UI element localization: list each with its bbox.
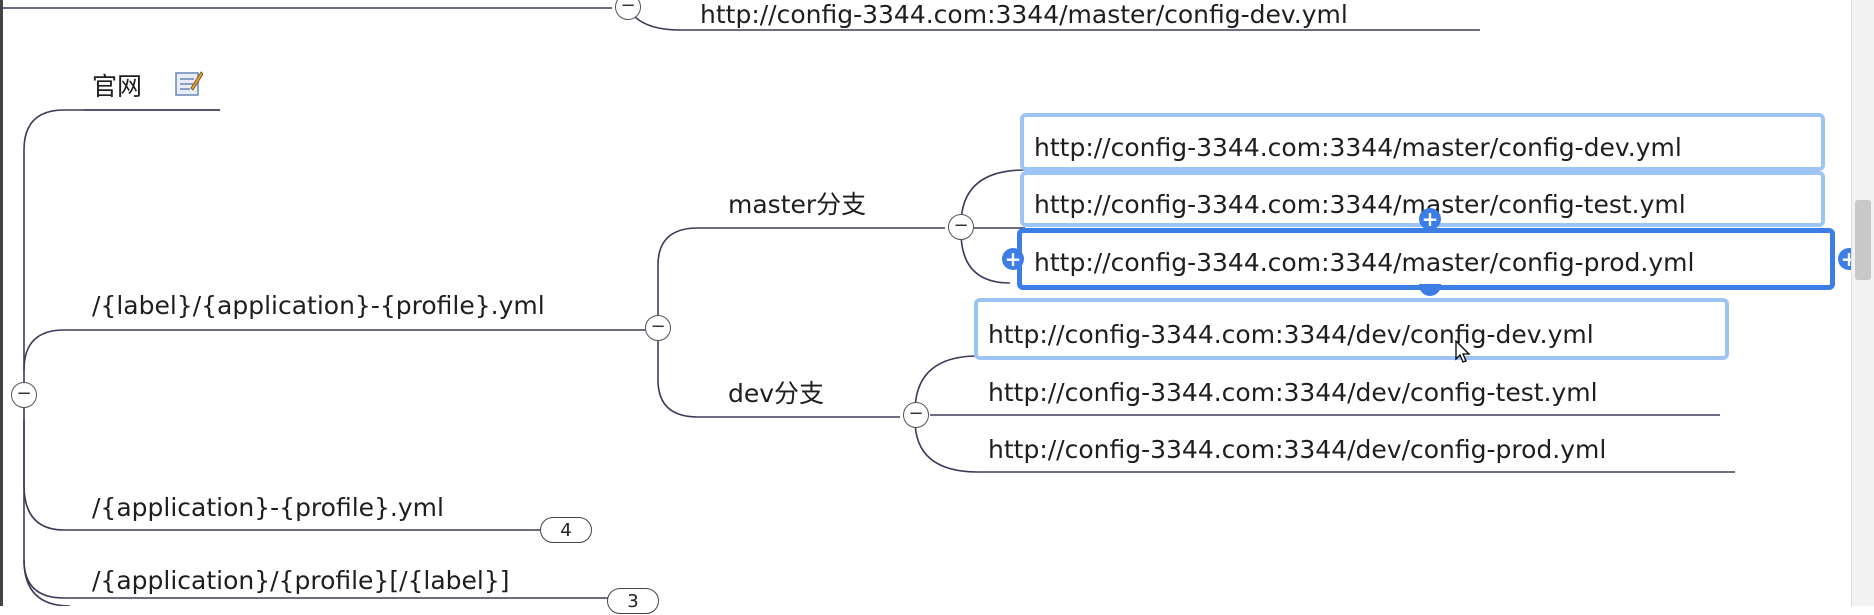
collapsed-count-badge[interactable]: 3: [607, 588, 659, 614]
dev-item-prod[interactable]: http://config-3344.com:3344/dev/config-p…: [988, 435, 1606, 465]
top-node-text[interactable]: http://config-3344.com:3344/master/confi…: [700, 0, 1348, 30]
connector-to-master: [657, 227, 945, 328]
collapse-icon[interactable]: −: [948, 214, 974, 240]
scrollbar-thumb[interactable]: [1855, 200, 1871, 280]
dev-branch-label[interactable]: dev分支: [728, 379, 824, 409]
dev-item-test[interactable]: http://config-3344.com:3344/dev/config-t…: [988, 378, 1598, 408]
collapsed-count-badge[interactable]: 4: [540, 517, 592, 543]
connector-dev-dev: [914, 355, 979, 413]
connector-trunk-lower: [23, 395, 71, 606]
collapse-icon[interactable]: −: [645, 315, 671, 341]
add-icon[interactable]: +: [1419, 208, 1441, 230]
branch-official-label[interactable]: 官网: [92, 72, 142, 102]
master-item-prod[interactable]: http://config-3344.com:3344/master/confi…: [1034, 248, 1694, 278]
collapse-icon[interactable]: −: [903, 402, 929, 428]
connector-to-label-app-profile: [23, 329, 655, 371]
branch-label-app-profile[interactable]: /{label}/{application}-{profile}.yml: [92, 291, 545, 321]
master-item-test[interactable]: http://config-3344.com:3344/master/confi…: [1034, 190, 1686, 220]
add-icon[interactable]: +: [1002, 248, 1024, 270]
note-icon[interactable]: [173, 68, 203, 98]
branch-app-profile-label[interactable]: /{application}/{profile}[/{label}]: [92, 566, 510, 596]
collapse-icon[interactable]: −: [11, 382, 37, 408]
master-branch-label[interactable]: master分支: [728, 190, 866, 220]
vertical-scrollbar[interactable]: [1851, 0, 1874, 606]
mouse-cursor-icon: [1455, 340, 1471, 363]
dev-item-dev[interactable]: http://config-3344.com:3344/dev/config-d…: [988, 320, 1594, 350]
master-item-dev[interactable]: http://config-3344.com:3344/master/confi…: [1034, 133, 1682, 163]
branch-app-profile[interactable]: /{application}-{profile}.yml: [92, 493, 444, 523]
connector-master-dev: [960, 169, 1026, 226]
connector-trunk: [23, 109, 220, 395]
